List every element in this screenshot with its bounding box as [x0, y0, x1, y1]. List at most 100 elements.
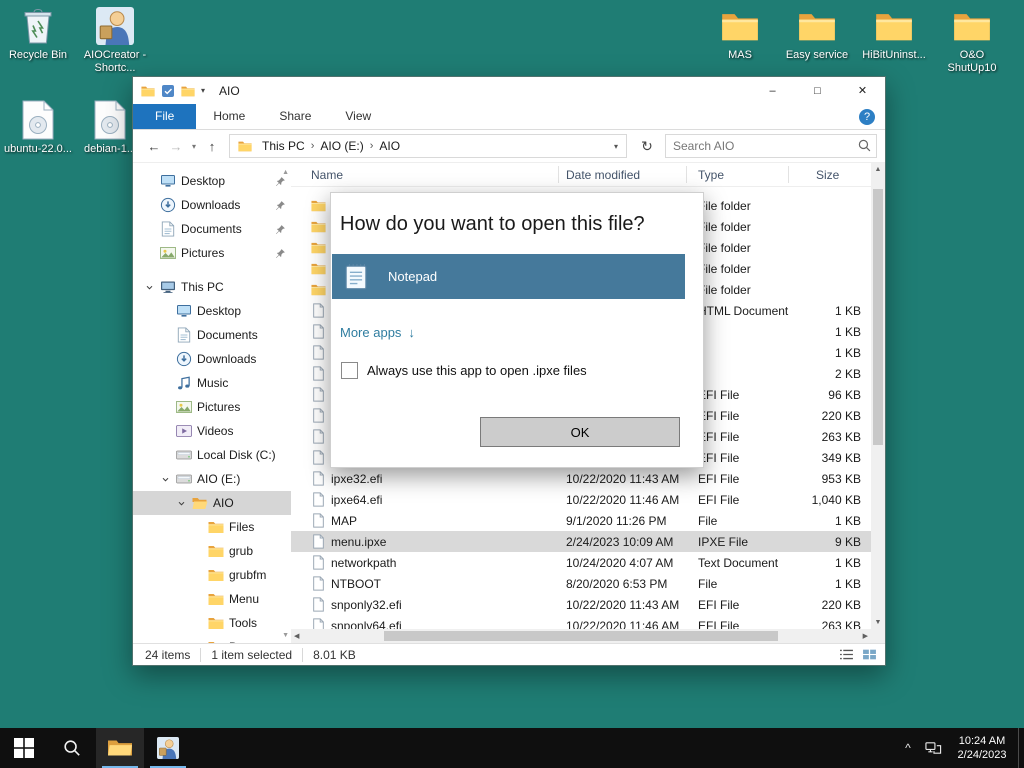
column-header-date-modified[interactable]: Date modified	[559, 166, 687, 183]
file-size-cell: 96 KB	[789, 388, 867, 402]
show-desktop-button[interactable]	[1018, 728, 1024, 768]
nav-scroll-down-icon[interactable]: ▼	[282, 632, 289, 639]
file-icon	[311, 597, 326, 612]
ribbon-tab-home[interactable]: Home	[196, 104, 262, 129]
ribbon-tab-share[interactable]: Share	[262, 104, 328, 129]
nav-item-downloads[interactable]: Downloads	[133, 347, 291, 371]
back-button[interactable]: ←	[143, 139, 165, 154]
ribbon-tab-view[interactable]: View	[328, 104, 388, 129]
up-button[interactable]: ↑	[201, 139, 223, 154]
nav-item-aio[interactable]: AIO	[133, 491, 291, 515]
nav-item-documents[interactable]: Documents	[133, 323, 291, 347]
nav-item-menu[interactable]: Menu	[133, 587, 291, 611]
nav-scroll-up-icon[interactable]: ▲	[282, 169, 289, 176]
file-row-ntboot[interactable]: NTBOOT8/20/2020 6:53 PMFile1 KB	[291, 573, 871, 594]
nav-item-desktop[interactable]: Desktop	[133, 169, 291, 193]
nav-item-this-pc[interactable]: This PC	[133, 275, 291, 299]
tray-chevron-icon[interactable]: ^	[896, 728, 920, 768]
taskbar-clock[interactable]: 10:24 AM 2/24/2023	[946, 728, 1018, 768]
forward-button[interactable]: →	[165, 139, 187, 154]
desktop-icon-easy-service[interactable]: Easy service	[779, 6, 855, 62]
start-button[interactable]	[0, 728, 48, 768]
details-view-icon[interactable]	[839, 648, 854, 661]
column-header-type[interactable]: Type	[687, 166, 789, 183]
taskbar-aiocreator-button[interactable]	[144, 728, 192, 768]
nav-item-videos[interactable]: Videos	[133, 419, 291, 443]
always-use-checkbox[interactable]	[341, 362, 358, 379]
chevron-spacer	[161, 329, 176, 341]
vertical-scroll-thumb[interactable]	[873, 189, 883, 445]
nav-item-grub[interactable]: grub	[133, 539, 291, 563]
file-date-cell: 10/22/2020 11:46 AM	[559, 493, 687, 507]
file-icon	[311, 492, 326, 507]
ok-button[interactable]: OK	[480, 417, 680, 447]
nav-item-local-disk-c[interactable]: Local Disk (C:)	[133, 443, 291, 467]
help-icon[interactable]: ?	[859, 109, 875, 125]
refresh-button[interactable]: ↻	[635, 138, 659, 155]
scroll-up-icon[interactable]: ▲	[871, 166, 885, 173]
nav-item-desktop[interactable]: Desktop	[133, 299, 291, 323]
nav-item-grubfm[interactable]: grubfm	[133, 563, 291, 587]
vertical-scrollbar[interactable]: ▲ ▼	[871, 163, 885, 629]
nav-item-label: AIO (E:)	[197, 472, 240, 486]
nav-item-label: Local Disk (C:)	[197, 448, 276, 462]
desktop-icon-recycle-bin[interactable]: Recycle Bin	[0, 6, 76, 62]
close-button[interactable]: ✕	[840, 77, 885, 104]
scroll-right-icon[interactable]: ▶	[860, 629, 871, 643]
properties-icon[interactable]	[161, 84, 175, 98]
new-folder-icon[interactable]	[181, 84, 195, 98]
nav-item-boot[interactable]: Boot	[133, 635, 291, 643]
chevron-spacer	[193, 569, 208, 581]
nav-item-documents[interactable]: Documents	[133, 217, 291, 241]
nav-item-downloads[interactable]: Downloads	[133, 193, 291, 217]
customize-toolbar-chevron-icon[interactable]: ▾	[201, 86, 205, 95]
nav-item-label: Videos	[197, 424, 233, 438]
breadcrumb-item-this-pc[interactable]: This PC	[256, 139, 311, 153]
file-row-ipxe64-efi[interactable]: ipxe64.efi10/22/2020 11:46 AMEFI File1,0…	[291, 489, 871, 510]
address-dropdown-icon[interactable]: ▾	[610, 142, 622, 151]
ribbon-tab-file[interactable]: File	[133, 104, 196, 129]
minimize-button[interactable]: –	[750, 77, 795, 104]
file-row-map[interactable]: MAP9/1/2020 11:26 PMFile1 KB	[291, 510, 871, 531]
more-apps-link[interactable]: More apps ↓	[340, 325, 703, 340]
folder-icon	[208, 639, 224, 643]
horizontal-scrollbar[interactable]: ◀ ▶	[291, 629, 871, 643]
folder-icon	[311, 198, 326, 213]
file-type-cell: EFI File	[687, 598, 789, 612]
file-row-networkpath[interactable]: networkpath10/24/2020 4:07 AMText Docume…	[291, 552, 871, 573]
file-row-ipxe32-efi[interactable]: ipxe32.efi10/22/2020 11:43 AMEFI File953…	[291, 468, 871, 489]
nav-scrollbar[interactable]: ▲ ▼	[279, 163, 291, 643]
desktop-icon-aiocreator-shortc[interactable]: AIOCreator - Shortc...	[77, 6, 153, 75]
search-input[interactable]	[665, 134, 877, 158]
desktop-icon-ubuntu-22-0[interactable]: ubuntu-22.0...	[0, 100, 76, 156]
recent-locations-chevron-icon[interactable]: ▾	[187, 142, 201, 151]
taskbar-search-button[interactable]	[48, 728, 96, 768]
nav-item-music[interactable]: Music	[133, 371, 291, 395]
maximize-button[interactable]: □	[795, 77, 840, 104]
breadcrumb-item-aio[interactable]: AIO	[373, 139, 406, 153]
address-bar[interactable]: This PC›AIO (E:)›AIO ▾	[229, 134, 627, 158]
app-option-notepad[interactable]: Notepad	[332, 254, 685, 299]
desktop-icon-hibituninst[interactable]: HiBitUninst...	[856, 6, 932, 62]
column-header-name[interactable]: Name	[291, 166, 559, 183]
scroll-left-icon[interactable]: ◀	[291, 629, 302, 643]
nav-item-tools[interactable]: Tools	[133, 611, 291, 635]
file-row-snponly64-efi[interactable]: snponly64.efi10/22/2020 11:46 AMEFI File…	[291, 615, 871, 629]
file-row-menu-ipxe[interactable]: menu.ipxe2/24/2023 10:09 AMIPXE File9 KB	[291, 531, 871, 552]
network-icon[interactable]	[920, 728, 946, 768]
file-row-snponly32-efi[interactable]: snponly32.efi10/22/2020 11:43 AMEFI File…	[291, 594, 871, 615]
horizontal-scroll-thumb[interactable]	[384, 631, 778, 641]
scroll-down-icon[interactable]: ▼	[871, 619, 885, 626]
nav-item-label: Tools	[229, 616, 257, 630]
nav-item-aio-e[interactable]: AIO (E:)	[133, 467, 291, 491]
nav-item-pictures[interactable]: Pictures	[133, 241, 291, 265]
desktop-icon-o-o-shutup10[interactable]: O&O ShutUp10	[934, 6, 1010, 75]
folder-icon	[208, 543, 224, 559]
nav-item-pictures[interactable]: Pictures	[133, 395, 291, 419]
breadcrumb-item-aio-e[interactable]: AIO (E:)	[314, 139, 369, 153]
nav-item-files[interactable]: Files	[133, 515, 291, 539]
taskbar-file-explorer-button[interactable]	[96, 728, 144, 768]
desktop-icon-mas[interactable]: MAS	[702, 6, 778, 62]
column-header-size[interactable]: Size	[789, 166, 867, 183]
large-icons-view-icon[interactable]	[862, 648, 877, 661]
